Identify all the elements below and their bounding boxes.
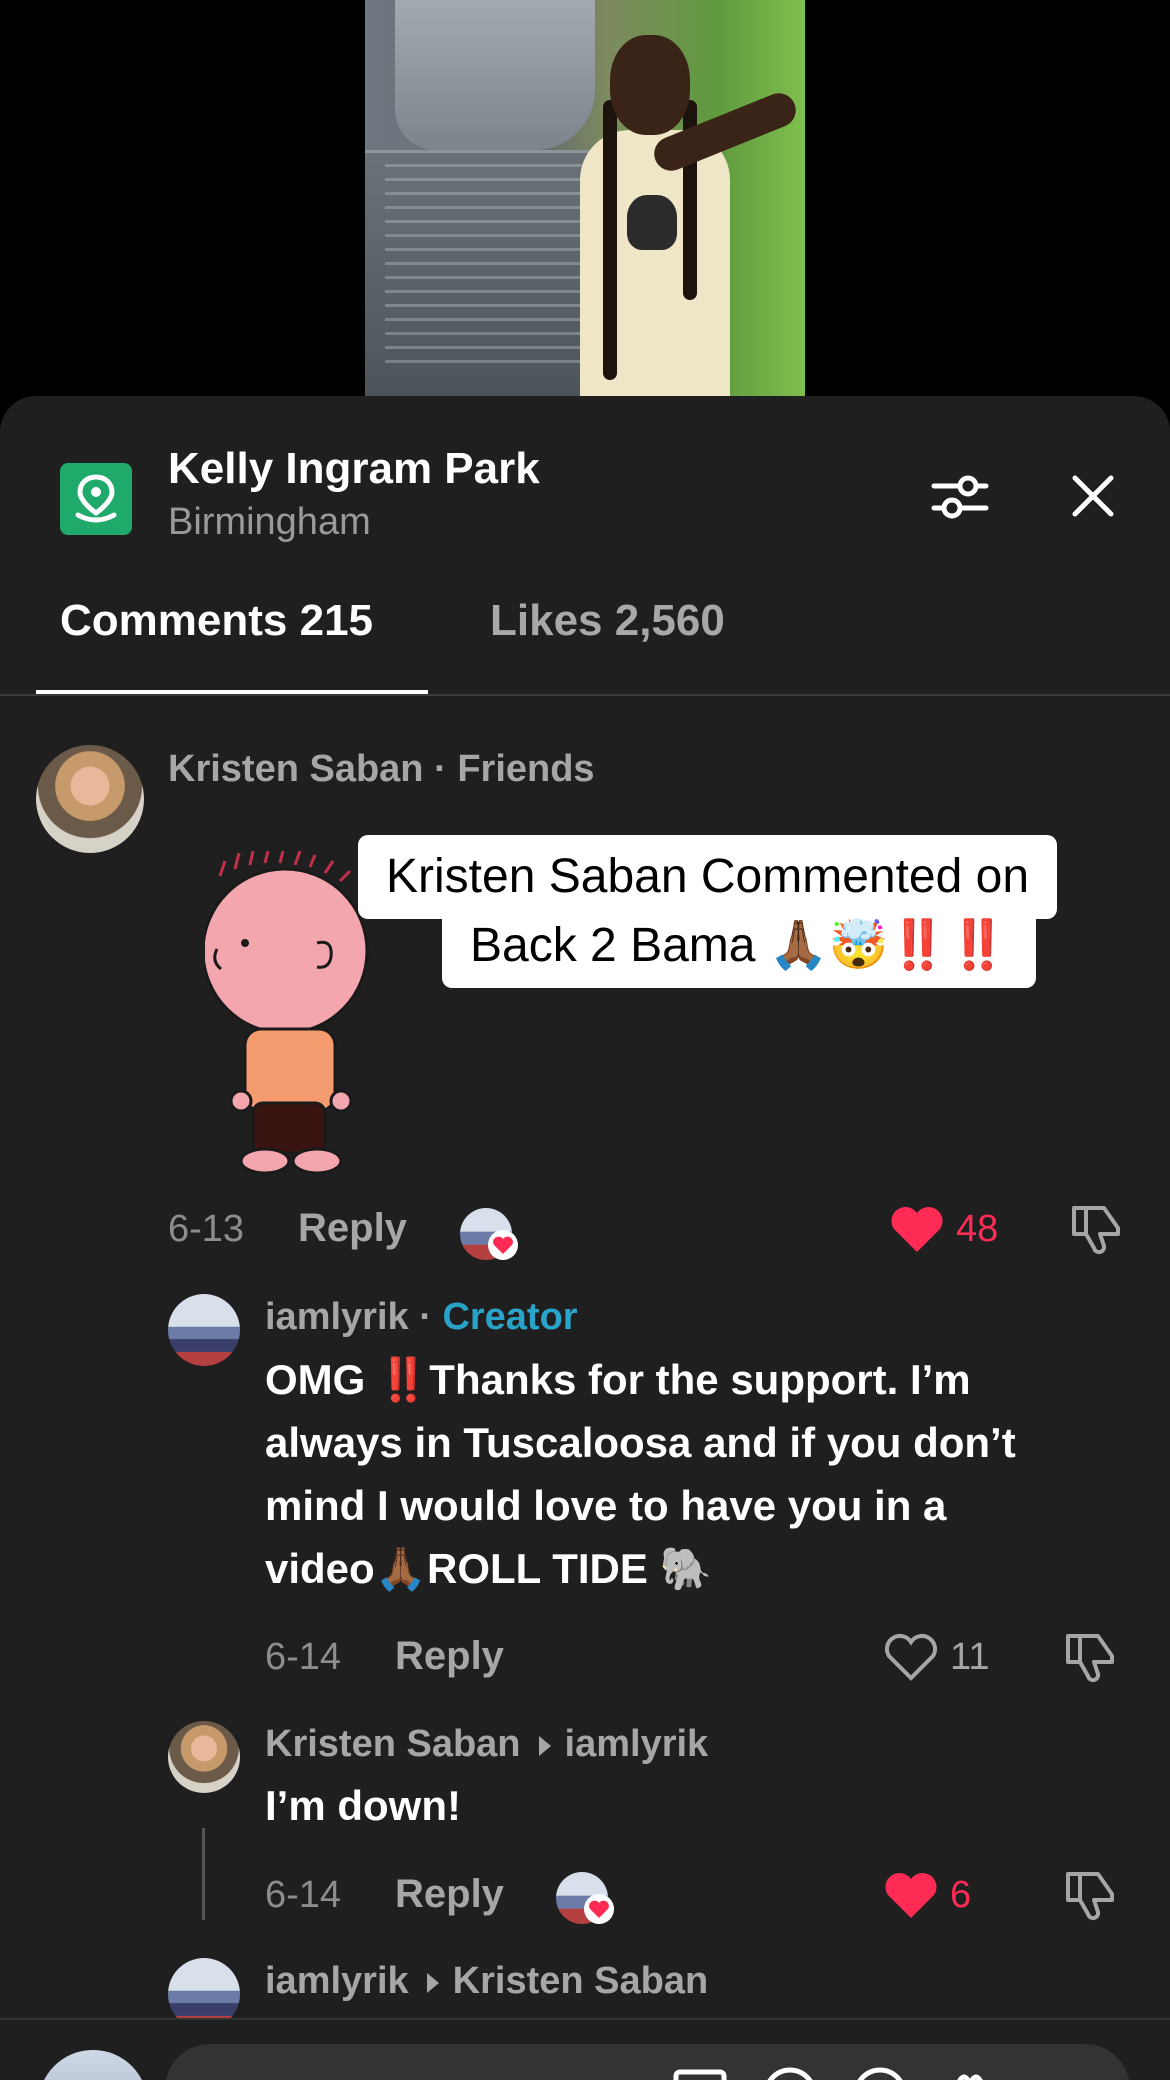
gift-icon[interactable]: [940, 2064, 1000, 2080]
location-title[interactable]: Kelly Ingram Park: [168, 444, 540, 494]
video-player[interactable]: [0, 0, 1170, 420]
thread-line: [202, 1828, 205, 1920]
creator-heart-icon: [488, 1230, 518, 1260]
image-icon[interactable]: [670, 2064, 730, 2080]
dislike-icon[interactable]: [1062, 1866, 1118, 1922]
caption-exclamations: ‼️‼️: [888, 919, 1008, 972]
creator-heart-icon: [584, 1894, 614, 1924]
reply-to-name[interactable]: iamlyrik: [565, 1723, 709, 1765]
reply-button[interactable]: Reply: [395, 1872, 504, 1917]
dislike-icon[interactable]: [1068, 1200, 1124, 1256]
comment-text: I’m down!: [265, 1782, 461, 1829]
author-name[interactable]: Kristen Saban: [168, 748, 424, 790]
location-subtitle: Birmingham: [168, 501, 371, 543]
comment-line: video🙏🏾ROLL TIDE 🐘: [265, 1545, 712, 1592]
comment-date: 6-13: [168, 1208, 245, 1250]
friends-tag: Friends: [457, 748, 595, 790]
avatar[interactable]: [168, 1721, 240, 1793]
author-name[interactable]: Kristen Saban: [265, 1723, 521, 1765]
author-name[interactable]: iamlyrik: [265, 1960, 409, 2002]
emoji-icon[interactable]: [850, 2064, 910, 2080]
like-count: 11: [950, 1636, 990, 1678]
author-name[interactable]: iamlyrik: [265, 1296, 409, 1338]
divider: [0, 694, 1170, 696]
reply-arrow-icon: [538, 1735, 551, 1756]
reply-button[interactable]: Reply: [395, 1634, 504, 1679]
reply-arrow-icon: [426, 1972, 439, 1993]
filter-icon[interactable]: [930, 466, 990, 526]
dislike-icon[interactable]: [1062, 1628, 1118, 1684]
comment-line: OMG ‼️Thanks for the support. I’m: [265, 1356, 971, 1403]
comment-author[interactable]: iamlyrik · Creator: [265, 1296, 578, 1339]
user-avatar: [38, 2050, 148, 2080]
comment-line: mind I would love to have you in a: [265, 1482, 947, 1529]
creator-tag: Creator: [442, 1296, 578, 1338]
at-mention-icon[interactable]: [760, 2064, 820, 2080]
comment-text: OMG ‼️Thanks for the support. I’m always…: [265, 1348, 1016, 1600]
location-pin-icon: [60, 463, 132, 535]
caption-text: Back 2 Bama 🙏🏾🤯: [470, 919, 889, 972]
caption-line-2: Back 2 Bama 🙏🏾🤯‼️‼️: [442, 904, 1036, 988]
like-count: 48: [956, 1208, 999, 1250]
like-heart-icon[interactable]: [884, 1632, 938, 1682]
comment-author[interactable]: iamlyrik Kristen Saban: [265, 1960, 708, 2003]
reply-button[interactable]: Reply: [298, 1206, 407, 1251]
comment-line: always in Tuscaloosa and if you don’t: [265, 1419, 1016, 1466]
reply-to-name[interactable]: Kristen Saban: [453, 1960, 709, 2002]
comment-author[interactable]: Kristen Saban · Friends: [168, 748, 595, 791]
comment-date: 6-14: [265, 1874, 342, 1916]
like-heart-icon[interactable]: [890, 1204, 944, 1254]
avatar[interactable]: [168, 1294, 240, 1366]
tab-comments[interactable]: Comments 215: [60, 596, 373, 646]
comment-date: 6-14: [265, 1636, 342, 1678]
tab-likes[interactable]: Likes 2,560: [490, 596, 725, 646]
comment-composer: [0, 2018, 1170, 2080]
close-icon[interactable]: [1065, 468, 1121, 524]
video-thumbnail: [365, 0, 805, 396]
like-heart-icon[interactable]: [884, 1870, 938, 1920]
avatar[interactable]: [36, 745, 144, 853]
comment-author[interactable]: Kristen Saban iamlyrik: [265, 1723, 708, 1766]
like-count: 6: [950, 1874, 972, 1916]
comment-input[interactable]: [165, 2044, 1130, 2080]
comments-sheet: Kelly Ingram Park Birmingham Comments 21…: [0, 396, 1170, 2080]
